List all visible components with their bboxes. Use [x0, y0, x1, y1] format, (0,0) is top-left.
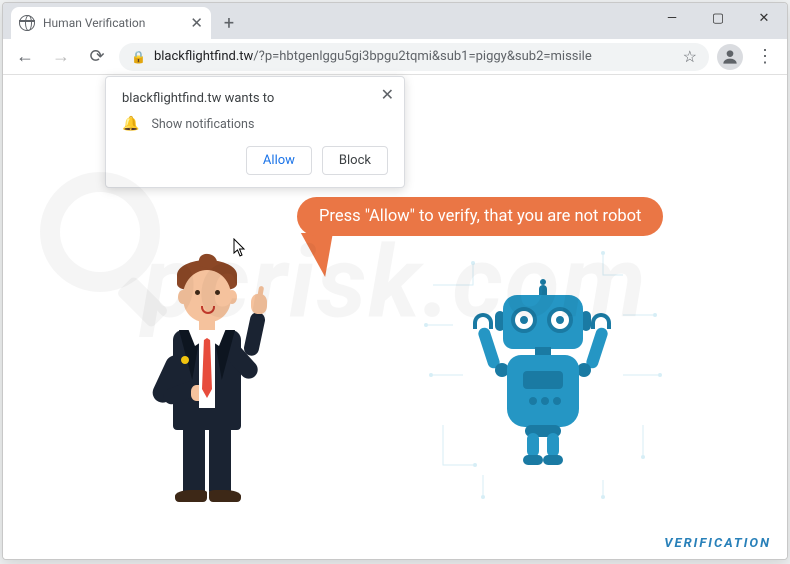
browser-tab[interactable]: Human Verification ✕ [11, 7, 211, 39]
notification-permission-prompt: ✕ blackflightfind.tw wants to 🔔 Show not… [105, 76, 405, 188]
browser-toolbar: ← → ⟳ 🔒 blackflightfind.tw/?p=hbtgenlggu… [3, 39, 787, 75]
prompt-permission-line: 🔔 Show notifications [122, 116, 388, 132]
person-icon [720, 47, 740, 67]
businessman-illustration [123, 250, 283, 510]
tab-close-icon[interactable]: ✕ [190, 14, 203, 32]
prompt-permission-label: Show notifications [151, 117, 254, 132]
maximize-button[interactable]: ▢ [695, 3, 741, 33]
forward-button[interactable]: → [47, 43, 75, 71]
lock-icon: 🔒 [131, 50, 146, 64]
prompt-close-icon[interactable]: ✕ [381, 85, 394, 104]
block-button[interactable]: Block [322, 146, 388, 175]
titlebar: Human Verification ✕ + — ▢ ✕ [3, 3, 787, 39]
bookmark-star-icon[interactable]: ☆ [683, 47, 697, 66]
back-button[interactable]: ← [11, 43, 39, 71]
address-bar[interactable]: 🔒 blackflightfind.tw/?p=hbtgenlggu5gi3bp… [119, 43, 709, 71]
speech-bubble: Press "Allow" to verify, that you are no… [297, 197, 663, 236]
new-tab-button[interactable]: + [215, 9, 243, 37]
minimize-button[interactable]: — [649, 3, 695, 33]
footer-brand: VERIFICATION [664, 536, 771, 551]
speech-bubble-tail [293, 233, 333, 277]
prompt-origin-text: blackflightfind.tw wants to [122, 91, 388, 106]
kebab-menu-icon[interactable]: ⋮ [751, 43, 779, 71]
allow-button[interactable]: Allow [246, 146, 312, 175]
bell-icon: 🔔 [122, 116, 139, 132]
close-window-button[interactable]: ✕ [741, 3, 787, 33]
tab-title: Human Verification [43, 16, 182, 30]
robot-illustration [443, 265, 643, 485]
url-text: blackflightfind.tw/?p=hbtgenlggu5gi3bpgu… [154, 49, 675, 64]
globe-icon [19, 15, 35, 31]
profile-avatar[interactable] [717, 44, 743, 70]
reload-button[interactable]: ⟳ [83, 43, 111, 71]
window-controls: — ▢ ✕ [649, 3, 787, 33]
